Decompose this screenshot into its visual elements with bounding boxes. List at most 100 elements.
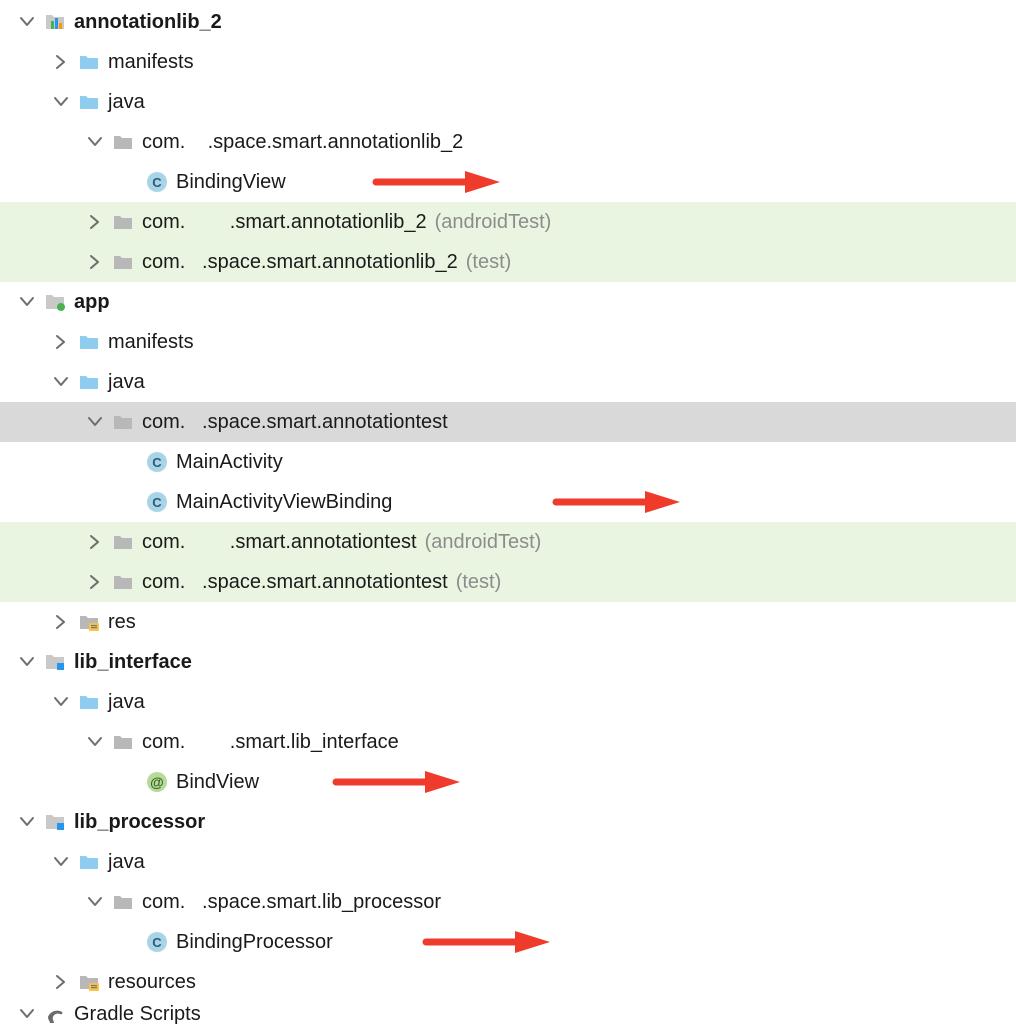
class-c-icon: C xyxy=(146,171,168,193)
tree-item-suffix: (androidTest) xyxy=(425,531,542,554)
tree-item[interactable]: java xyxy=(0,82,1016,122)
tree-item-label: MainActivityViewBinding xyxy=(176,491,392,514)
tree-item-label: com. .space.smart.lib_processor xyxy=(142,891,441,914)
tree-item-label: app xyxy=(74,291,110,314)
chevron-right-icon[interactable] xyxy=(88,215,102,229)
chevron-down-icon[interactable] xyxy=(54,375,68,389)
tree-item-label: com. .smart.annotationlib_2 xyxy=(142,211,427,234)
class-c-icon: C xyxy=(146,931,168,953)
tree-item[interactable]: com. .space.smart.annotationlib_2 xyxy=(0,122,1016,162)
folder-blue-icon xyxy=(78,851,100,873)
chevron-down-icon[interactable] xyxy=(88,415,102,429)
chevron-right-icon[interactable] xyxy=(88,255,102,269)
folder-blue-icon xyxy=(78,331,100,353)
chevron-right-icon[interactable] xyxy=(88,535,102,549)
tree-item[interactable]: java xyxy=(0,682,1016,722)
chevron-down-icon[interactable] xyxy=(88,135,102,149)
chevron-right-icon[interactable] xyxy=(54,335,68,349)
folder-blue-icon xyxy=(78,91,100,113)
tree-item-label: java xyxy=(108,691,145,714)
chevron-down-icon[interactable] xyxy=(88,895,102,909)
tree-item[interactable]: lib_interface xyxy=(0,642,1016,682)
svg-text:@: @ xyxy=(150,774,164,790)
tree-item[interactable]: annotationlib_2 xyxy=(0,2,1016,42)
annotation-arrow-icon xyxy=(330,767,450,797)
tree-item-label: manifests xyxy=(108,51,194,74)
folder-grey-icon xyxy=(112,131,134,153)
tree-item-label: Gradle Scripts xyxy=(74,1003,201,1026)
tree-item-label: BindingView xyxy=(176,171,286,194)
chevron-down-icon[interactable] xyxy=(20,655,34,669)
tree-item[interactable]: com. .smart.lib_interface xyxy=(0,722,1016,762)
annotation-arrow-icon xyxy=(550,487,670,517)
chevron-right-icon[interactable] xyxy=(88,575,102,589)
tree-item[interactable]: C BindingView xyxy=(0,162,1016,202)
folder-blue-icon xyxy=(78,51,100,73)
tree-item-suffix: (androidTest) xyxy=(435,211,552,234)
chevron-down-icon[interactable] xyxy=(20,295,34,309)
chevron-right-icon[interactable] xyxy=(54,975,68,989)
svg-text:C: C xyxy=(152,495,162,510)
chevron-down-icon[interactable] xyxy=(54,95,68,109)
tree-item-label: BindingProcessor xyxy=(176,931,333,954)
tree-item-label: res xyxy=(108,611,136,634)
tree-item[interactable]: lib_processor xyxy=(0,802,1016,842)
tree-item-label: java xyxy=(108,851,145,874)
tree-item[interactable]: C MainActivityViewBinding xyxy=(0,482,1016,522)
tree-item[interactable]: java xyxy=(0,842,1016,882)
tree-item-label: lib_processor xyxy=(74,811,205,834)
chevron-down-icon[interactable] xyxy=(20,15,34,29)
chevron-down-icon[interactable] xyxy=(54,695,68,709)
class-c-icon: C xyxy=(146,451,168,473)
tree-item[interactable]: com. .space.smart.lib_processor xyxy=(0,882,1016,922)
tree-item[interactable]: C MainActivity xyxy=(0,442,1016,482)
tree-item-label: java xyxy=(108,371,145,394)
tree-item-label: BindView xyxy=(176,771,259,794)
folder-blue-icon xyxy=(78,371,100,393)
module-lib-icon xyxy=(44,811,66,833)
annotation-arrow-icon xyxy=(370,167,490,197)
folder-grey-icon xyxy=(112,571,134,593)
tree-item-label: resources xyxy=(108,971,196,994)
tree-item[interactable]: com. .space.smart.annotationlib_2(test) xyxy=(0,242,1016,282)
chevron-down-icon[interactable] xyxy=(20,1007,34,1021)
tree-item[interactable]: res xyxy=(0,602,1016,642)
chevron-down-icon[interactable] xyxy=(88,735,102,749)
tree-item[interactable]: @ BindView xyxy=(0,762,1016,802)
module-lib-icon xyxy=(44,651,66,673)
tree-item-label: com. .smart.lib_interface xyxy=(142,731,399,754)
tree-item[interactable]: app xyxy=(0,282,1016,322)
svg-text:C: C xyxy=(152,935,162,950)
chevron-down-icon[interactable] xyxy=(54,855,68,869)
tree-item[interactable]: Gradle Scripts xyxy=(0,1002,1016,1026)
tree-item-label: annotationlib_2 xyxy=(74,11,222,34)
annotation-arrow-icon xyxy=(420,927,540,957)
tree-item[interactable]: manifests xyxy=(0,322,1016,362)
folder-grey-icon xyxy=(112,531,134,553)
tree-item[interactable]: java xyxy=(0,362,1016,402)
folder-blue-icon xyxy=(78,691,100,713)
tree-item[interactable]: com. .space.smart.annotationtest(test) xyxy=(0,562,1016,602)
tree-item[interactable]: com. .smart.annotationtest (androidTest) xyxy=(0,522,1016,562)
module-bars-icon xyxy=(44,11,66,33)
tree-item-label: com. .space.smart.annotationlib_2 xyxy=(142,131,463,154)
tree-item[interactable]: manifests xyxy=(0,42,1016,82)
chevron-right-icon[interactable] xyxy=(54,55,68,69)
folder-grey-icon xyxy=(112,411,134,433)
svg-text:C: C xyxy=(152,455,162,470)
tree-item-label: lib_interface xyxy=(74,651,192,674)
tree-item-label: com. .smart.annotationtest xyxy=(142,531,417,554)
tree-item[interactable]: com. .space.smart.annotationtest xyxy=(0,402,1016,442)
tree-item-label: java xyxy=(108,91,145,114)
project-tree[interactable]: annotationlib_2 manifests java com. .space.… xyxy=(0,0,1016,1028)
tree-item-label: MainActivity xyxy=(176,451,283,474)
tree-item[interactable]: com. .smart.annotationlib_2 (androidTest) xyxy=(0,202,1016,242)
chevron-right-icon[interactable] xyxy=(54,615,68,629)
tree-item[interactable]: resources xyxy=(0,962,1016,1002)
tree-item[interactable]: C BindingProcessor xyxy=(0,922,1016,962)
tree-item-label: com. .space.smart.annotationtest xyxy=(142,411,448,434)
folder-grey-icon xyxy=(112,891,134,913)
chevron-down-icon[interactable] xyxy=(20,815,34,829)
folder-res-icon xyxy=(78,611,100,633)
tree-item-label: com. .space.smart.annotationlib_2 xyxy=(142,251,458,274)
